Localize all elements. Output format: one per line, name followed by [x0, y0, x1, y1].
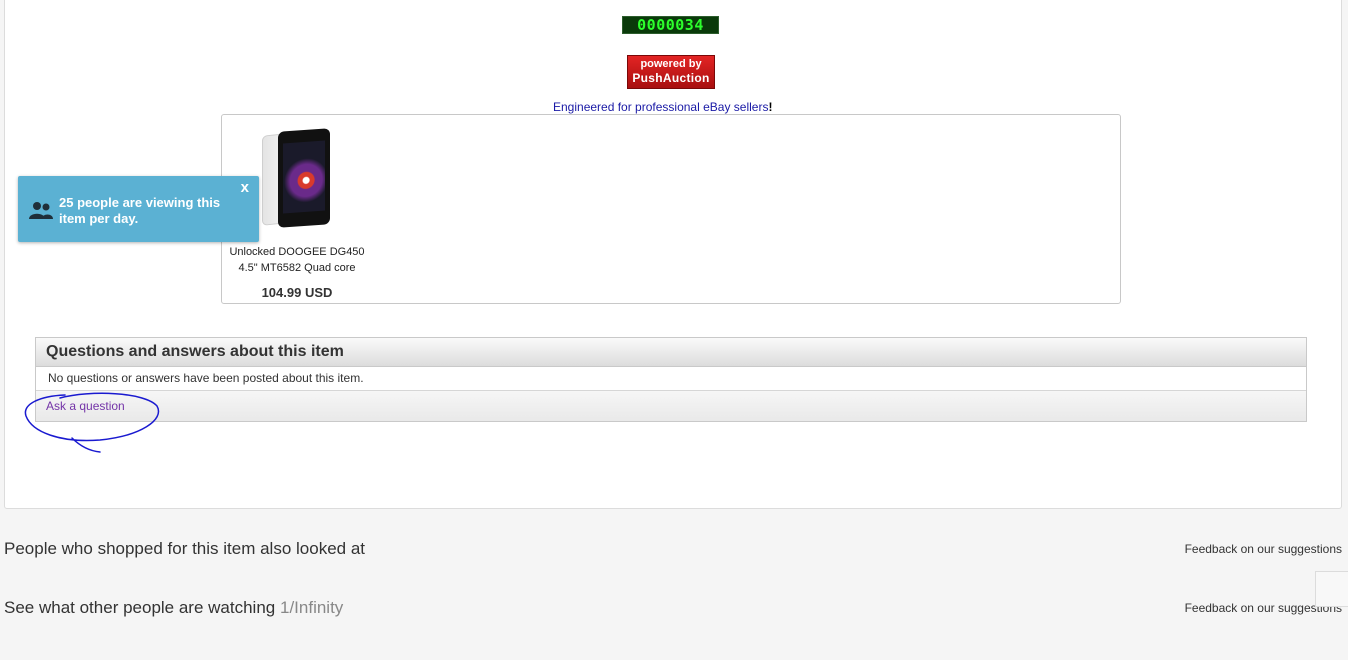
product-title-line1: Unlocked DOOGEE DG450 — [229, 246, 365, 258]
product-title[interactable]: Unlocked DOOGEE DG450 4.5" MT6582 Quad c… — [229, 244, 365, 276]
side-tab[interactable] — [1315, 571, 1348, 607]
tagline-link[interactable]: Engineered for professional eBay sellers… — [553, 100, 772, 114]
viewers-popup: 25 people are viewing this item per day.… — [18, 176, 259, 242]
annotation-circle — [24, 392, 160, 453]
close-icon[interactable]: x — [241, 179, 249, 196]
questions-answers-box: Questions and answers about this item No… — [35, 337, 1307, 422]
people-icon — [29, 202, 53, 219]
badge-line1: powered by — [640, 58, 702, 70]
qa-heading: Questions and answers about this item — [36, 338, 1306, 367]
also-looked-at-heading: People who shopped for this item also lo… — [4, 539, 365, 559]
qa-empty-text: No questions or answers have been posted… — [36, 367, 1306, 391]
watching-pager: 1/Infinity — [279, 598, 344, 617]
feedback-link-1[interactable]: Feedback on our suggestions — [1185, 542, 1342, 556]
others-watching-title: See what other people are watching — [4, 598, 276, 617]
hit-counter: 0000034 — [622, 16, 719, 34]
phone-screen-image — [283, 140, 325, 214]
badge-line2: PushAuction — [632, 71, 710, 85]
product-price: 104.99 USD — [261, 285, 333, 300]
also-looked-at-title: People who shopped for this item also lo… — [4, 539, 366, 558]
qa-footer: Ask a question — [36, 391, 1306, 421]
product-image[interactable] — [262, 128, 334, 228]
product-title-line2: 4.5" MT6582 Quad core — [238, 262, 356, 274]
viewers-text: 25 people are viewing this item per day. — [59, 195, 221, 226]
tagline-bang: ! — [768, 100, 773, 114]
others-watching-heading: See what other people are watching 1/Inf… — [4, 598, 343, 618]
tagline-text: Engineered for professional eBay sellers — [553, 100, 769, 114]
pushauction-badge[interactable]: powered by PushAuction — [627, 55, 715, 89]
